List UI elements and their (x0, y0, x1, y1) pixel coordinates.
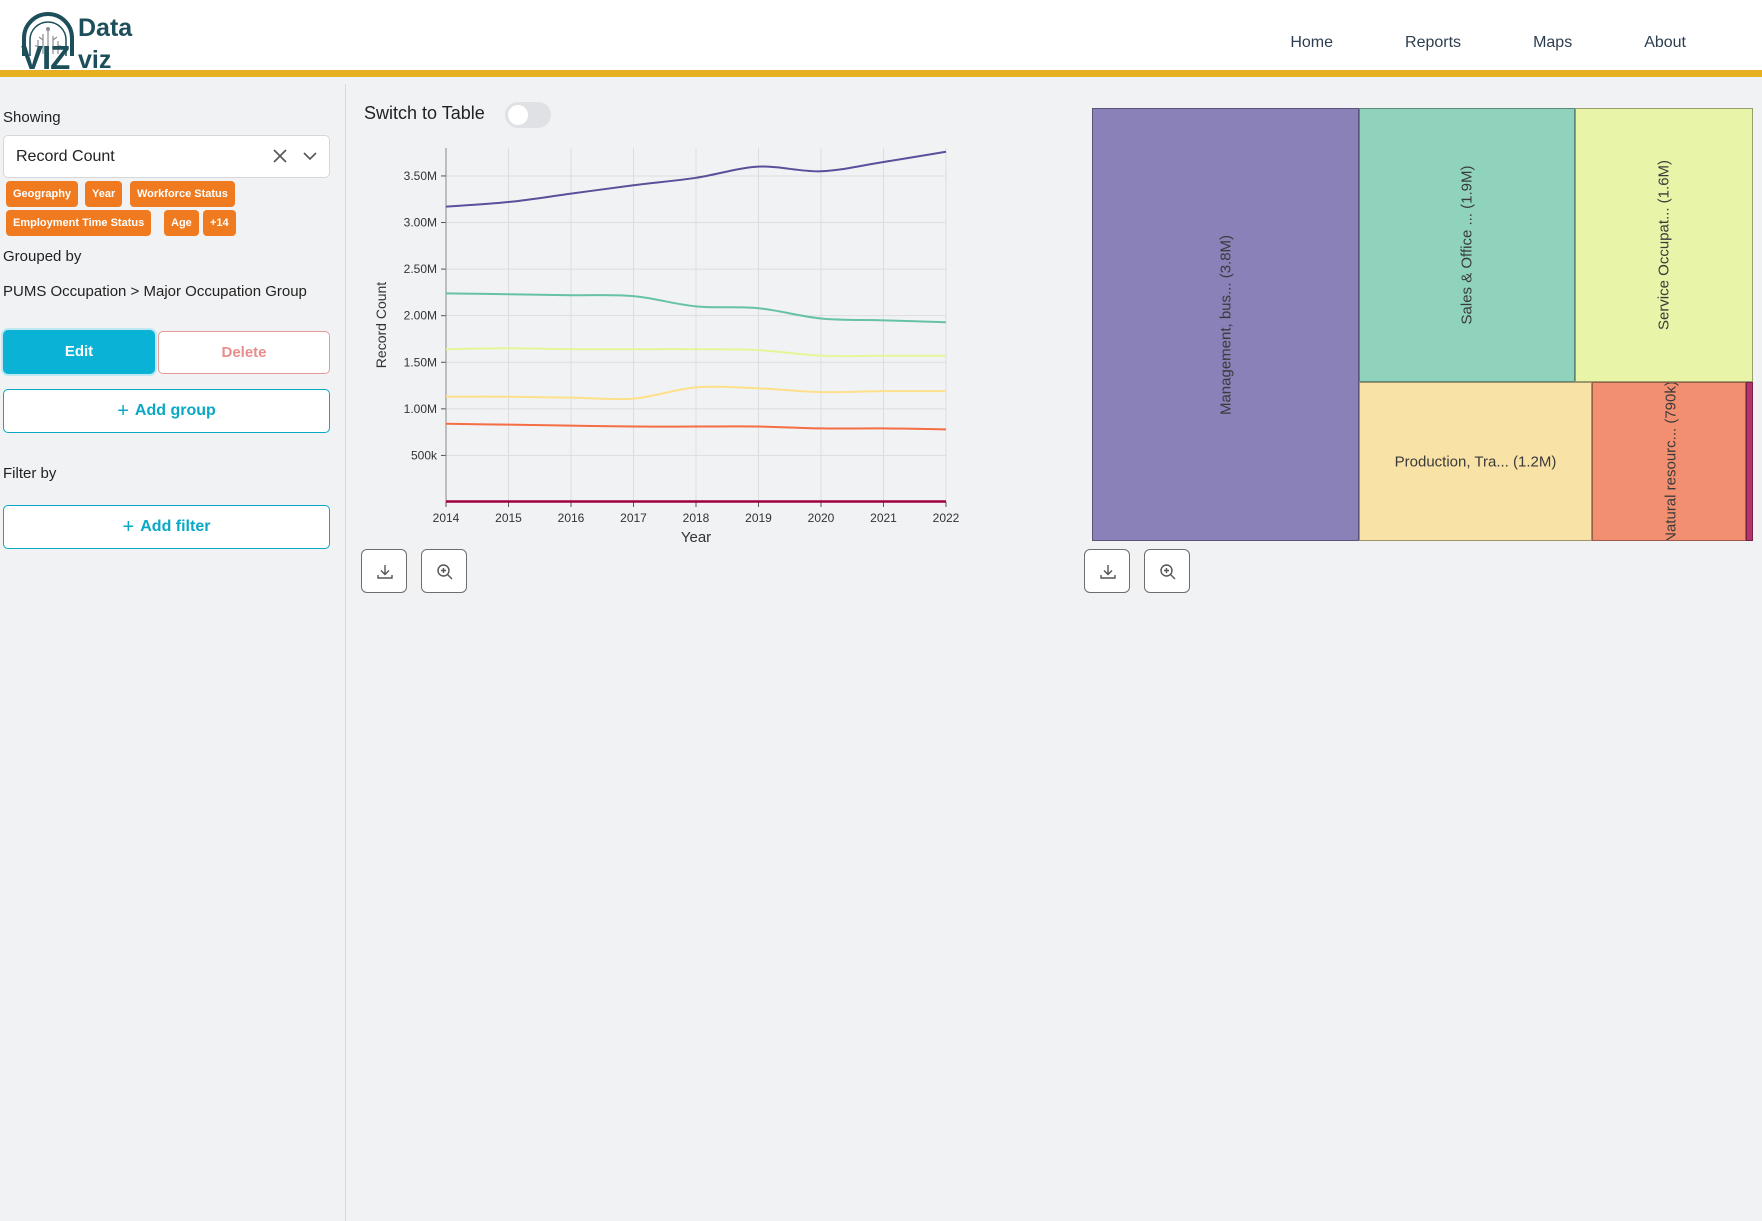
treemap-cell-natural-resources[interactable]: Natural resourc... (790k) (1592, 382, 1746, 541)
switch-to-table-label: Switch to Table (364, 103, 485, 123)
x-tick-label: 2019 (745, 511, 772, 525)
nav-about[interactable]: About (1608, 30, 1722, 56)
zoom-in-icon (1160, 564, 1176, 580)
add-filter-button[interactable]: + Add filter (3, 505, 330, 549)
nav-reports[interactable]: Reports (1369, 30, 1497, 56)
sidebar: Showing Record Count Geography Year Work… (0, 84, 346, 1221)
chip-workforce-status[interactable]: Workforce Status (130, 181, 235, 207)
x-tick-label: 2015 (495, 511, 522, 525)
download-icon (377, 565, 393, 579)
measure-select[interactable]: Record Count (3, 135, 330, 178)
logo[interactable]: Data VIZ viz (18, 10, 148, 76)
filter-by-label: Filter by (3, 465, 57, 482)
zoom-in-icon (437, 564, 453, 580)
x-tick-label: 2017 (620, 511, 647, 525)
treemap-label: Natural resourc... (790k) (1662, 382, 1680, 541)
treemap-label: Service Occupat... (1.6M) (1655, 159, 1673, 331)
showing-label: Showing (3, 109, 61, 126)
treemap-cell-sales-office[interactable]: Sales & Office ... (1.9M) (1359, 108, 1575, 382)
x-tick-label: 2021 (870, 511, 897, 525)
add-group-button[interactable]: + Add group (3, 389, 330, 433)
y-tick-label: 1.00M (404, 402, 437, 416)
top-header: Data VIZ viz Home Reports Maps About (0, 0, 1762, 77)
treemap-label: Management, bus... (3.8M) (1217, 234, 1234, 415)
chip-year[interactable]: Year (85, 181, 123, 207)
download-line-chart-button[interactable] (361, 549, 407, 593)
chevron-down-icon[interactable] (300, 146, 320, 166)
chip-more[interactable]: +14 (203, 210, 236, 236)
add-group-label: Add group (134, 402, 216, 419)
grouped-by-label: Grouped by (3, 248, 82, 265)
add-filter-label: Add filter (140, 518, 211, 535)
treemap-label: Sales & Office ... (1.9M) (1458, 165, 1476, 325)
treemap-cell-management[interactable]: Management, bus... (3.8M) (1092, 108, 1359, 541)
y-tick-label: 1.50M (404, 355, 437, 369)
edit-button[interactable]: Edit (3, 330, 155, 374)
x-tick-label: 2014 (433, 511, 460, 525)
download-icon (1100, 565, 1116, 579)
y-tick-label: 3.50M (404, 169, 437, 183)
treemap-cell-other[interactable] (1746, 382, 1753, 541)
logo-word-viz: viz (78, 46, 112, 74)
y-axis-title: Record Count (373, 282, 389, 368)
x-tick-label: 2016 (558, 511, 585, 525)
measure-select-value: Record Count (16, 148, 115, 165)
zoom-treemap-button[interactable] (1144, 549, 1190, 593)
switch-to-table-toggle[interactable] (505, 102, 551, 128)
treemap-label: Production, Tra... (1.2M) (1394, 453, 1557, 470)
toggle-knob (508, 105, 528, 125)
y-tick-label: 500k (411, 448, 438, 462)
x-axis-title: Year (681, 529, 711, 546)
line-chart: 500k 1.00M 1.50M 2.00M 2.50M 3.00M 3.50M 2014 20… (373, 148, 960, 546)
plus-icon: + (117, 400, 129, 422)
logo-word-data: Data (78, 14, 133, 42)
nav-maps[interactable]: Maps (1497, 30, 1608, 56)
zoom-line-chart-button[interactable] (421, 549, 467, 593)
y-tick-label: 2.50M (404, 262, 437, 276)
chip-geography[interactable]: Geography (6, 181, 79, 207)
delete-button[interactable]: Delete (158, 331, 330, 374)
chip-age[interactable]: Age (164, 210, 199, 236)
clear-icon[interactable] (270, 146, 290, 166)
logo-mark-text: VIZ (21, 39, 70, 76)
treemap-cell-service[interactable]: Service Occupat... (1.6M) (1575, 108, 1753, 382)
x-tick-label: 2020 (808, 511, 835, 525)
x-tick-label: 2018 (683, 511, 710, 525)
x-tick-label: 2022 (933, 511, 960, 525)
y-tick-label: 2.00M (404, 309, 437, 323)
grouped-by-value: PUMS Occupation > Major Occupation Group (3, 283, 307, 300)
download-treemap-button[interactable] (1084, 549, 1130, 593)
chip-employment-time-status[interactable]: Employment Time Status (6, 210, 152, 236)
treemap-chart: Management, bus... (3.8M) Sales & Office… (1092, 108, 1753, 541)
treemap-cell-production[interactable]: Production, Tra... (1.2M) (1359, 382, 1592, 541)
y-tick-label: 3.00M (404, 216, 437, 230)
nav-home[interactable]: Home (1254, 30, 1369, 56)
plus-icon: + (122, 516, 135, 538)
main-nav: Home Reports Maps About (1254, 30, 1722, 56)
